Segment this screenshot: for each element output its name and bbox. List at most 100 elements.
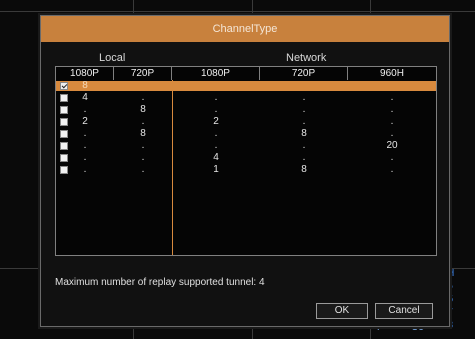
cell-value: .: [141, 152, 145, 163]
table-cell: 20: [348, 141, 436, 151]
replay-message: Maximum number of replay supported tunne…: [55, 277, 265, 288]
network-group-label: Network: [286, 52, 327, 64]
table-cell: 2: [172, 117, 260, 127]
table-cell: .: [348, 153, 436, 163]
cell-value: .: [214, 140, 218, 151]
table-cell: .: [172, 105, 260, 115]
table-cell: .: [172, 129, 260, 139]
row-checkbox[interactable]: [60, 94, 68, 102]
cell-value: .: [390, 116, 394, 127]
cell-value: .: [390, 92, 394, 103]
local-group-label: Local: [99, 52, 126, 64]
cell-value: .: [302, 152, 306, 163]
table-row[interactable]: 4....: [56, 93, 436, 103]
table-cell: 8: [114, 129, 172, 139]
table-cell: 4: [172, 153, 260, 163]
ok-button[interactable]: OK: [316, 303, 368, 319]
cell-value: .: [302, 92, 306, 103]
cell-value: 8: [140, 104, 146, 115]
cell-value: .: [141, 116, 145, 127]
cell-value: 1: [213, 164, 219, 175]
cell-value: .: [390, 104, 394, 115]
table-cell: [348, 81, 436, 91]
row-checkbox[interactable]: [60, 118, 68, 126]
table-cell: 4: [56, 93, 114, 103]
cell-value: .: [83, 164, 87, 175]
table-cell: 8: [56, 81, 114, 91]
table-cell: .: [56, 165, 114, 175]
table-cell: .: [260, 141, 348, 151]
column-header: 720P: [114, 67, 172, 80]
table-row[interactable]: . 8. 8.: [56, 129, 436, 139]
cell-value: 20: [386, 140, 398, 151]
cell-value: 8: [140, 128, 146, 139]
cell-value: .: [83, 140, 87, 151]
table-cell: [114, 81, 172, 91]
table-cell: .: [114, 165, 172, 175]
channel-type-dialog: ChannelType Local Network 1080P 720P 108…: [40, 15, 450, 327]
cell-value: .: [302, 140, 306, 151]
cell-value: .: [83, 152, 87, 163]
row-checkbox[interactable]: [60, 130, 68, 138]
table-cell: .: [348, 93, 436, 103]
channel-table: 1080P 720P 1080P 720P 960H 84.....8...2.…: [55, 66, 437, 256]
table-cell: .: [114, 117, 172, 127]
cell-value: .: [214, 92, 218, 103]
cell-value: 2: [213, 116, 219, 127]
table-cell: .: [114, 153, 172, 163]
table-header: 1080P 720P 1080P 720P 960H: [56, 67, 436, 80]
table-row[interactable]: . 8...: [56, 105, 436, 115]
cell-value: .: [390, 128, 394, 139]
cell-value: 4: [82, 92, 88, 103]
grid-line: [0, 11, 475, 12]
cancel-button[interactable]: Cancel: [375, 303, 433, 319]
cell-value: .: [83, 128, 87, 139]
table-cell: .: [56, 105, 114, 115]
cell-value: .: [390, 164, 394, 175]
table-row[interactable]: 2. 2..: [56, 117, 436, 127]
table-cell: .: [56, 153, 114, 163]
table-cell: .: [172, 93, 260, 103]
table-row[interactable]: .... 20: [56, 141, 436, 151]
cell-value: .: [141, 140, 145, 151]
table-cell: [260, 81, 348, 91]
cell-value: .: [302, 104, 306, 115]
row-checkbox[interactable]: [60, 166, 68, 174]
cell-value: .: [214, 104, 218, 115]
table-cell: 2: [56, 117, 114, 127]
table-cell: .: [56, 129, 114, 139]
table-row[interactable]: .. 1 8.: [56, 165, 436, 175]
table-cell: .: [260, 153, 348, 163]
table-cell: .: [260, 93, 348, 103]
dialog-title: ChannelType: [41, 16, 449, 42]
cell-value: 8: [82, 80, 88, 91]
table-cell: .: [114, 141, 172, 151]
column-header: 1080P: [56, 67, 114, 80]
row-checkbox[interactable]: [60, 142, 68, 150]
cell-value: .: [390, 152, 394, 163]
row-checkbox[interactable]: [60, 106, 68, 114]
row-checkbox[interactable]: [60, 154, 68, 162]
cell-value: 2: [82, 116, 88, 127]
table-cell: 8: [114, 105, 172, 115]
table-cell: .: [348, 117, 436, 127]
column-header: 960H: [380, 68, 404, 79]
column-header: 720P: [260, 67, 348, 80]
table-row[interactable]: .. 4..: [56, 153, 436, 163]
cell-value: 4: [213, 152, 219, 163]
cell-value: .: [141, 164, 145, 175]
table-cell: 1: [172, 165, 260, 175]
table-cell: 8: [260, 129, 348, 139]
table-cell: .: [260, 117, 348, 127]
cell-value: 8: [301, 164, 307, 175]
cell-value: 8: [301, 128, 307, 139]
table-cell: .: [348, 105, 436, 115]
table-cell: .: [172, 141, 260, 151]
row-checkbox[interactable]: [60, 82, 68, 90]
table-cell: .: [260, 105, 348, 115]
cell-value: .: [141, 92, 145, 103]
table-cell: .: [348, 129, 436, 139]
table-row[interactable]: 8: [56, 81, 436, 91]
cell-value: .: [83, 104, 87, 115]
table-cell: [172, 81, 260, 91]
